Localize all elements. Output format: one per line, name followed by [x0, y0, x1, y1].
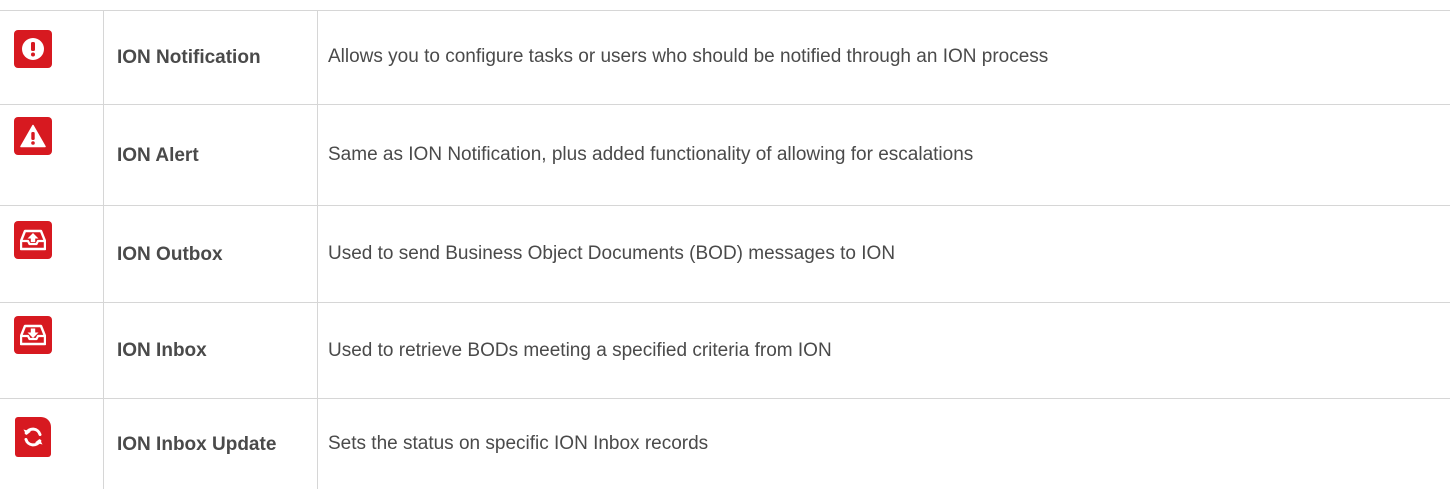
icon-cell — [0, 10, 104, 104]
activity-description: Sets the status on specific ION Inbox re… — [328, 433, 709, 454]
activity-description: Used to send Business Object Documents (… — [328, 243, 896, 264]
activity-description: Used to retrieve BODs meeting a specifie… — [328, 339, 832, 361]
refresh-document-icon — [15, 417, 51, 457]
activity-name: ION Outbox — [104, 206, 318, 302]
activity-name: ION Inbox Update — [104, 399, 318, 489]
icon-cell — [0, 105, 104, 205]
icon-cell — [0, 399, 104, 489]
activity-name: ION Notification — [104, 10, 318, 104]
outbox-icon — [14, 221, 52, 259]
table-row: ION Inbox Used to retrieve BODs meeting … — [0, 303, 1450, 399]
activity-name: ION Inbox — [104, 303, 318, 398]
icon-cell — [0, 303, 104, 398]
activity-description: Allows you to configure tasks or users w… — [328, 46, 1049, 67]
table-row: ION Inbox Update Sets the status on spec… — [0, 399, 1450, 489]
icon-cell — [0, 206, 104, 302]
exclamation-circle-icon — [14, 30, 52, 68]
activity-name: ION Alert — [104, 105, 318, 205]
inbox-icon — [14, 316, 52, 354]
ion-activities-table: ION Notification Allows you to configure… — [0, 10, 1450, 489]
table-row: ION Alert Same as ION Notification, plus… — [0, 105, 1450, 206]
table-row: ION Outbox Used to send Business Object … — [0, 206, 1450, 303]
activity-description: Same as ION Notification, plus added fun… — [328, 144, 974, 165]
table-row: ION Notification Allows you to configure… — [0, 10, 1450, 105]
warning-triangle-icon — [14, 117, 52, 155]
